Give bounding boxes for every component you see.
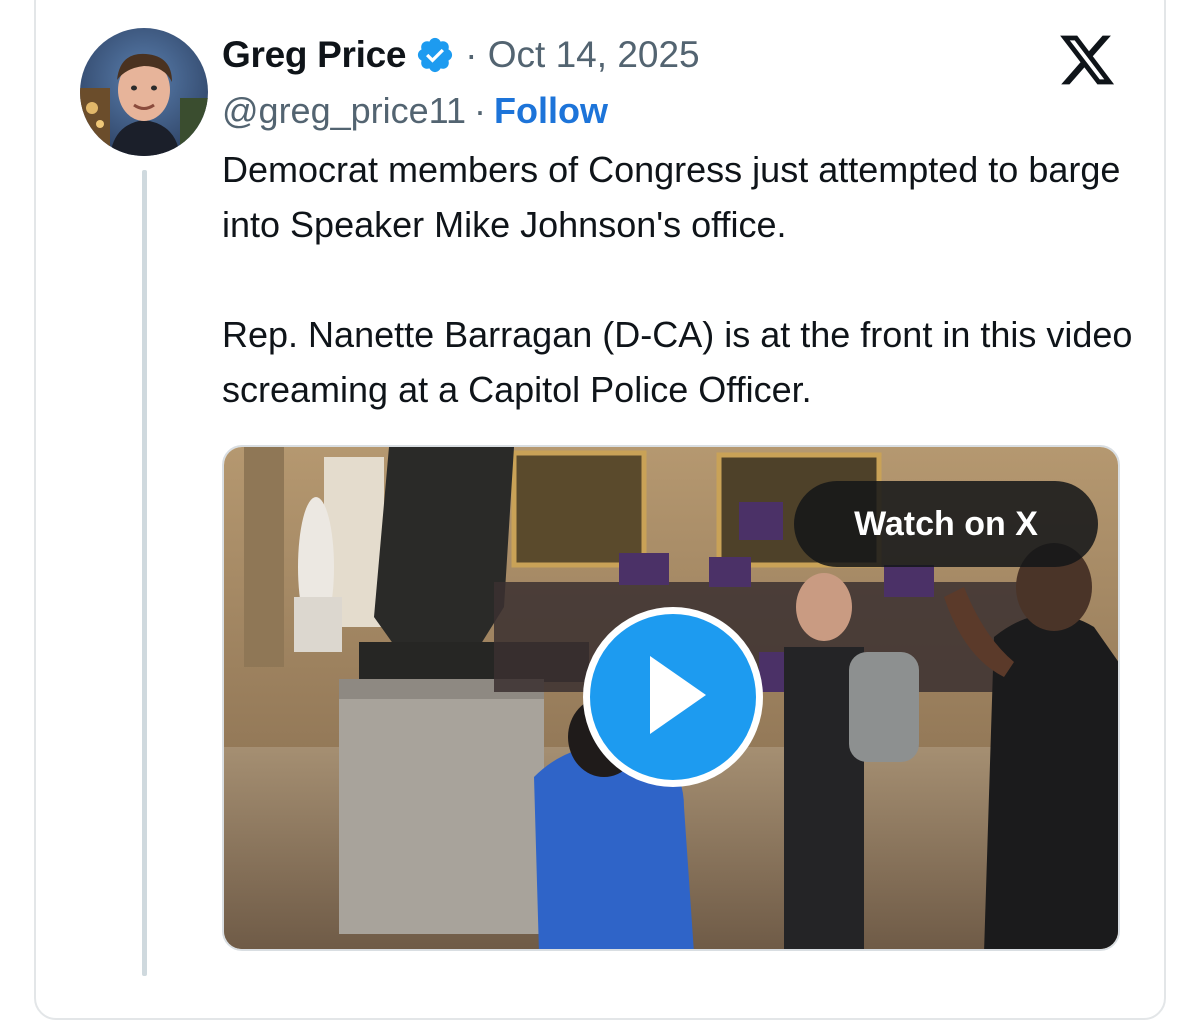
handle-row: @greg_price11 · Follow — [222, 88, 608, 134]
tweet-text: Democrat members of Congress just attemp… — [222, 142, 1142, 417]
author-row: Greg Price · Oct 14, 2025 — [222, 30, 700, 80]
tweet-date[interactable]: Oct 14, 2025 — [488, 34, 700, 75]
play-icon — [640, 655, 706, 739]
avatar[interactable] — [80, 28, 208, 156]
author-handle[interactable]: @greg_price11 — [222, 90, 466, 132]
watch-on-x-button[interactable]: Watch on X — [794, 481, 1098, 567]
tweet-paragraph: Democrat members of Congress just attemp… — [222, 149, 1121, 245]
play-button[interactable] — [583, 607, 763, 787]
date-separator: · — [465, 34, 478, 75]
thread-line — [142, 170, 147, 976]
verified-badge-icon — [415, 35, 455, 75]
follow-button[interactable]: Follow — [494, 90, 608, 132]
x-logo-icon[interactable] — [1057, 30, 1117, 90]
tweet-paragraph: Rep. Nanette Barragan (D-CA) is at the f… — [222, 314, 1133, 410]
handle-separator: · — [474, 90, 487, 131]
video-media[interactable]: Watch on X — [222, 445, 1120, 951]
author-name[interactable]: Greg Price — [222, 34, 406, 76]
